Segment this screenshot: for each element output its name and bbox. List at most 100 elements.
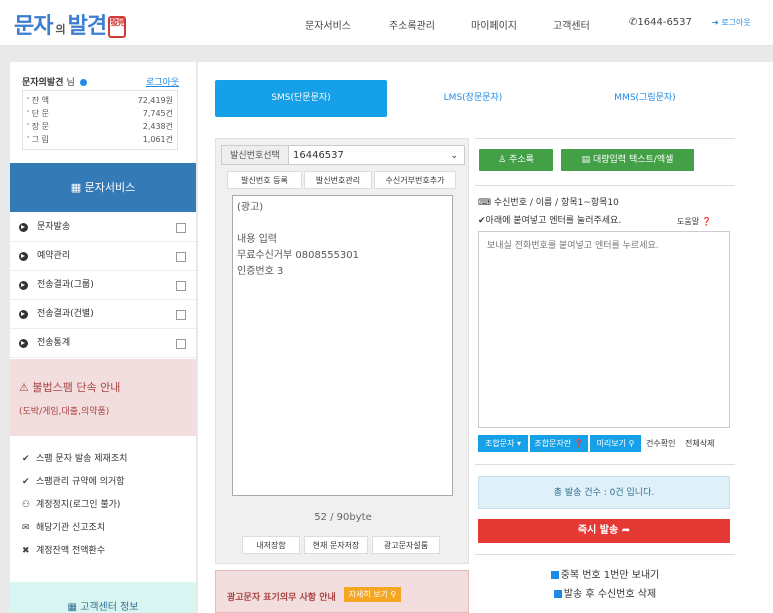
check-circle-icon: ✔ (22, 477, 30, 487)
header-logout-label: 로그아웃 (721, 18, 751, 27)
share-arrow-icon: ➦ (621, 525, 631, 536)
sidebar-item-result-group[interactable]: 전송결과(그룹) (10, 271, 196, 300)
address-book-button[interactable]: ♙ 주소록 (479, 149, 553, 171)
dedupe-checkbox[interactable] (550, 571, 559, 579)
divider (475, 185, 735, 186)
recipient-textarea[interactable]: 보내실 전화번호를 붙여넣고 엔터를 누르세요. (478, 231, 730, 428)
delete-after-send-option[interactable]: 발송 후 수신번호 삭제 (475, 585, 735, 600)
warning-icon: ⚠ (19, 381, 33, 394)
spam-rule-item: ✔ 스팸관리 규약에 의거함 (22, 474, 125, 487)
count-check-button[interactable]: 건수확인 (646, 438, 675, 449)
recipient-hint: ✔아래에 붙여넣고 엔터를 눌러주세요. (478, 213, 621, 226)
sender-select-label: 발신번호선택 (221, 145, 289, 165)
ad-message-button[interactable]: 광고문자설룸 (372, 536, 440, 554)
delete-all-button[interactable]: 전체삭제 (685, 438, 714, 449)
keyboard-icon: ⌨ (478, 198, 494, 208)
sender-manage-button[interactable]: 발신번호관리 (304, 171, 372, 189)
address-book-label: 주소록 (509, 155, 534, 165)
delete-after-send-checkbox[interactable] (553, 590, 562, 598)
spam-warning-box: ⚠ 불법스팸 단속 안내 (도박/게임,대출,의약품) (10, 359, 196, 436)
merge-help-button[interactable]: 조합문자란 ❓ (530, 435, 588, 452)
x-icon: ✖ (22, 546, 30, 556)
recipient-hint-text: 아래에 붙여넣고 엔터를 눌러주세요. (485, 216, 622, 226)
ad-notice-title: 광고문자 표기의무 사항 안내 (227, 593, 336, 603)
settings-icon[interactable] (79, 79, 87, 86)
my-storage-button[interactable]: 내저장함 (242, 536, 300, 554)
nav-customer-center[interactable]: 고객센터 (553, 17, 590, 32)
tab-lms[interactable]: LMS(장문문자) (387, 80, 559, 117)
ad-notice-detail-button[interactable]: 자세히 보기 ⚲ (344, 587, 401, 602)
sidebar-item-result-single[interactable]: 전송결과(건별) (10, 300, 196, 329)
spam-rule-item: ✖ 계정잔액 전액환수 (22, 543, 105, 556)
external-link-icon (176, 223, 186, 233)
tab-sms[interactable]: SMS(단문문자) (215, 80, 387, 117)
ad-notice-box: 광고문자 표기의무 사항 안내 자세히 보기 ⚲ (215, 570, 469, 613)
balance-label: ' 단 문 (27, 109, 50, 118)
spam-subtitle: (도박/게임,대출,의약품) (19, 407, 110, 417)
message-editor-panel: 발신번호선택 16446537 ⌄ 발신번호 등록 발신번호관리 수신거부번호추가… (215, 138, 469, 564)
balance-label: ' 그 림 (27, 135, 50, 144)
external-link-icon (176, 281, 186, 291)
balance-label: ' 잔 액 (27, 96, 50, 105)
nav-address-book[interactable]: 주소록관리 (389, 17, 435, 32)
sender-number-select[interactable]: 16446537 ⌄ (288, 145, 465, 165)
balance-row: ' 장 문 2,438건 (27, 121, 175, 133)
delete-after-send-label: 발송 후 수신번호 삭제 (563, 589, 657, 600)
user-info: 문자의발견 님 (22, 75, 87, 88)
dedupe-option[interactable]: 중복 번호 1번만 보내기 (475, 566, 735, 581)
divider (475, 554, 735, 555)
file-icon: ▤ (581, 155, 593, 165)
circle-arrow-icon (19, 223, 28, 232)
sender-register-button[interactable]: 발신번호 등록 (227, 171, 302, 189)
support-box[interactable]: ▦ 고객센터 정보 (10, 582, 196, 613)
spam-rule-label: 계정잔액 전액환수 (36, 546, 106, 556)
merge-help-label: 조합문자란 (534, 439, 572, 448)
balance-label: ' 장 문 (27, 122, 50, 131)
balance-row: ' 잔 액 72,419원 (27, 95, 175, 107)
bulk-input-button[interactable]: ▤ 대량입력 텍스트/엑셀 (561, 149, 694, 171)
support-label: ▦ 고객센터 정보 (10, 598, 196, 613)
recipient-panel: ♙ 주소록 ▤ 대량입력 텍스트/엑셀 ⌨ 수신번호 / 이름 / 항목1~항목… (475, 138, 735, 613)
external-link-icon (176, 252, 186, 262)
external-link-icon (176, 339, 186, 349)
ad-notice-detail-label: 자세히 보기 (348, 590, 388, 599)
send-now-button[interactable]: 즉시 발송 ➦ (478, 519, 730, 543)
sidebar-item-stats[interactable]: 전송통계 (10, 329, 196, 358)
nav-my-page[interactable]: 마이페이지 (471, 17, 517, 32)
tab-mms[interactable]: MMS(그림문자) (559, 80, 731, 117)
check-circle-icon: ✔ (22, 454, 30, 464)
spam-rule-item: ⚇ 계정정지(로그인 불가) (22, 497, 120, 510)
sender-number-value: 16446537 (293, 150, 344, 161)
sidebar-item-label: 전송결과(그룹) (37, 280, 94, 290)
nav-text-service[interactable]: 문자서비스 (305, 17, 351, 32)
preview-button[interactable]: 미리보기 ⚲ (590, 435, 641, 452)
grid-icon: ▦ (67, 602, 81, 613)
preview-label: 미리보기 (596, 439, 627, 448)
header-logout-link[interactable]: ➜ 로그아웃 (712, 17, 751, 28)
balance-value: 72,419원 (137, 96, 173, 105)
total-send-count: 총 발송 건수 : 0건 입니다. (478, 476, 730, 509)
help-link[interactable]: 도움말 ❓ (677, 216, 712, 227)
site-logo[interactable]: 문자 의 발견 發見 (14, 8, 127, 40)
service-menu-header: ▦ 문자서비스 (10, 163, 196, 212)
external-link-icon (176, 310, 186, 320)
sidebar-logout-link[interactable]: 로그아웃 (146, 75, 179, 88)
spam-rule-label: 계정정지(로그인 불가) (36, 500, 121, 510)
phone-number: ✆1644-6537 (629, 17, 692, 28)
logo-text-end: 발견 (67, 14, 107, 39)
caret-down-icon: ▾ (516, 439, 521, 448)
circle-arrow-icon (19, 252, 28, 261)
sidebar-item-send[interactable]: 문자발송 (10, 213, 196, 242)
save-message-button[interactable]: 현재 문자저장 (304, 536, 368, 554)
sidebar-item-label: 예약관리 (37, 251, 71, 261)
logo-text-main: 문자 (14, 14, 53, 39)
question-icon: ❓ (701, 217, 712, 226)
reject-number-add-button[interactable]: 수신거부번호추가 (374, 171, 456, 189)
message-textarea[interactable]: (광고) 내용 입력 무료수신거부 0808555301 인증번호 3 (232, 195, 453, 496)
merge-message-dropdown[interactable]: 조합문자 ▾ (478, 435, 528, 452)
sidebar-item-reservation[interactable]: 예약관리 (10, 242, 196, 271)
logout-icon: ➜ (712, 18, 722, 27)
divider (475, 138, 735, 139)
spam-title: ⚠ 불법스팸 단속 안내 (19, 379, 120, 395)
main-panel: SMS(단문문자) LMS(장문문자) MMS(그림문자) 발신번호선택 164… (198, 62, 773, 613)
